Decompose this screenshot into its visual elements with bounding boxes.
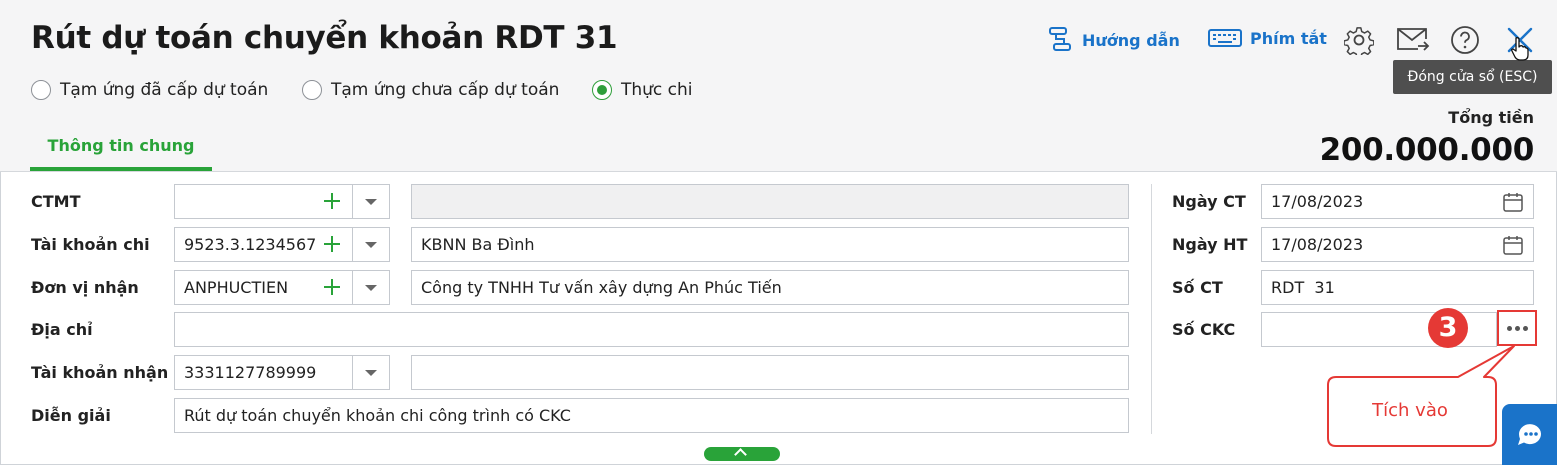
keyboard-icon bbox=[1208, 29, 1242, 47]
posting-date-field[interactable]: 17/08/2023 bbox=[1261, 227, 1534, 262]
receiving-account-label: Tài khoản nhận bbox=[31, 363, 169, 382]
radio-actual-expense[interactable]: Thực chi bbox=[592, 80, 693, 100]
voucher-no-field[interactable]: RDT 31 bbox=[1261, 270, 1534, 305]
voucher-date-value: 17/08/2023 bbox=[1271, 192, 1364, 211]
expense-account-description[interactable]: KBNN Ba Đình bbox=[411, 227, 1129, 262]
radio-advance-allocated[interactable]: Tạm ứng đã cấp dự toán bbox=[31, 80, 268, 100]
column-divider bbox=[1151, 184, 1152, 434]
chevron-down-icon[interactable] bbox=[353, 271, 389, 304]
plus-icon[interactable] bbox=[321, 233, 343, 255]
radio-label: Thực chi bbox=[621, 80, 693, 100]
voucher-no-label: Số CT bbox=[1172, 278, 1223, 297]
total-label: Tổng tiền bbox=[1448, 108, 1534, 127]
radio-button[interactable] bbox=[302, 80, 322, 100]
chat-icon bbox=[1518, 424, 1541, 445]
tab-divider bbox=[0, 171, 1557, 172]
radio-label: Tạm ứng đã cấp dự toán bbox=[60, 80, 269, 100]
collapse-button[interactable] bbox=[704, 447, 780, 461]
ctmt-combo[interactable] bbox=[174, 184, 390, 219]
close-tooltip: Đóng cửa sổ (ESC) bbox=[1393, 60, 1552, 94]
more-icon bbox=[1507, 326, 1512, 331]
chevron-down-icon[interactable] bbox=[353, 185, 389, 218]
ctmt-label: CTMT bbox=[31, 192, 81, 211]
voucher-date-field[interactable]: 17/08/2023 bbox=[1261, 184, 1534, 219]
shortcut-button[interactable]: Phím tắt bbox=[1208, 26, 1327, 50]
expense-account-label: Tài khoản chi bbox=[31, 235, 150, 254]
route-icon bbox=[1049, 27, 1071, 51]
chevron-down-icon[interactable] bbox=[353, 228, 389, 261]
receiving-account-combo[interactable]: 3331127789999 bbox=[174, 355, 390, 390]
chevron-down-icon[interactable] bbox=[353, 356, 389, 389]
expense-account-combo[interactable]: 9523.3.1234567 bbox=[174, 227, 390, 262]
ckc-more-button[interactable] bbox=[1497, 310, 1537, 346]
radio-button[interactable] bbox=[31, 80, 51, 100]
gear-icon[interactable] bbox=[1344, 25, 1374, 55]
explanation-field[interactable]: Rút dự toán chuyển khoản chi công trình … bbox=[174, 398, 1129, 433]
guide-label: Hướng dẫn bbox=[1082, 30, 1180, 50]
calendar-icon[interactable] bbox=[1502, 191, 1524, 213]
recipient-combo[interactable]: ANPHUCTIEN bbox=[174, 270, 390, 305]
help-icon[interactable] bbox=[1450, 25, 1480, 55]
address-field[interactable] bbox=[174, 312, 1129, 347]
recipient-label: Đơn vị nhận bbox=[31, 278, 139, 297]
receiving-account-value: 3331127789999 bbox=[184, 363, 317, 382]
radio-button-selected[interactable] bbox=[592, 80, 612, 100]
posting-date-value: 17/08/2023 bbox=[1271, 235, 1364, 254]
total-value: 200.000.000 bbox=[1319, 132, 1535, 168]
callout-bubble bbox=[1327, 345, 1515, 447]
recipient-description[interactable]: Công ty TNHH Tư vấn xây dựng An Phúc Tiế… bbox=[411, 270, 1129, 305]
expense-account-value: 9523.3.1234567 bbox=[184, 235, 317, 254]
plus-icon[interactable] bbox=[321, 190, 343, 212]
recipient-value: ANPHUCTIEN bbox=[184, 278, 289, 297]
voucher-date-label: Ngày CT bbox=[1172, 192, 1246, 211]
callout-text: Tích vào bbox=[1372, 400, 1448, 421]
ctmt-description bbox=[411, 184, 1129, 219]
address-label: Địa chỉ bbox=[31, 320, 93, 339]
plus-icon[interactable] bbox=[321, 276, 343, 298]
posting-date-label: Ngày HT bbox=[1172, 235, 1248, 254]
chat-button[interactable] bbox=[1502, 404, 1557, 465]
shortcut-label: Phím tắt bbox=[1250, 28, 1327, 48]
explanation-label: Diễn giải bbox=[31, 406, 111, 425]
radio-advance-unallocated[interactable]: Tạm ứng chưa cấp dự toán bbox=[302, 80, 559, 100]
radio-label: Tạm ứng chưa cấp dự toán bbox=[331, 80, 560, 100]
hand-cursor-icon bbox=[1511, 37, 1529, 61]
calendar-icon[interactable] bbox=[1502, 234, 1524, 256]
mail-forward-icon[interactable] bbox=[1396, 27, 1430, 53]
page-title: Rút dự toán chuyển khoản RDT 31 bbox=[31, 20, 618, 56]
receiving-account-description[interactable] bbox=[411, 355, 1129, 390]
ckc-no-label: Số CKC bbox=[1172, 320, 1236, 339]
guide-button[interactable]: Hướng dẫn bbox=[1046, 26, 1180, 54]
